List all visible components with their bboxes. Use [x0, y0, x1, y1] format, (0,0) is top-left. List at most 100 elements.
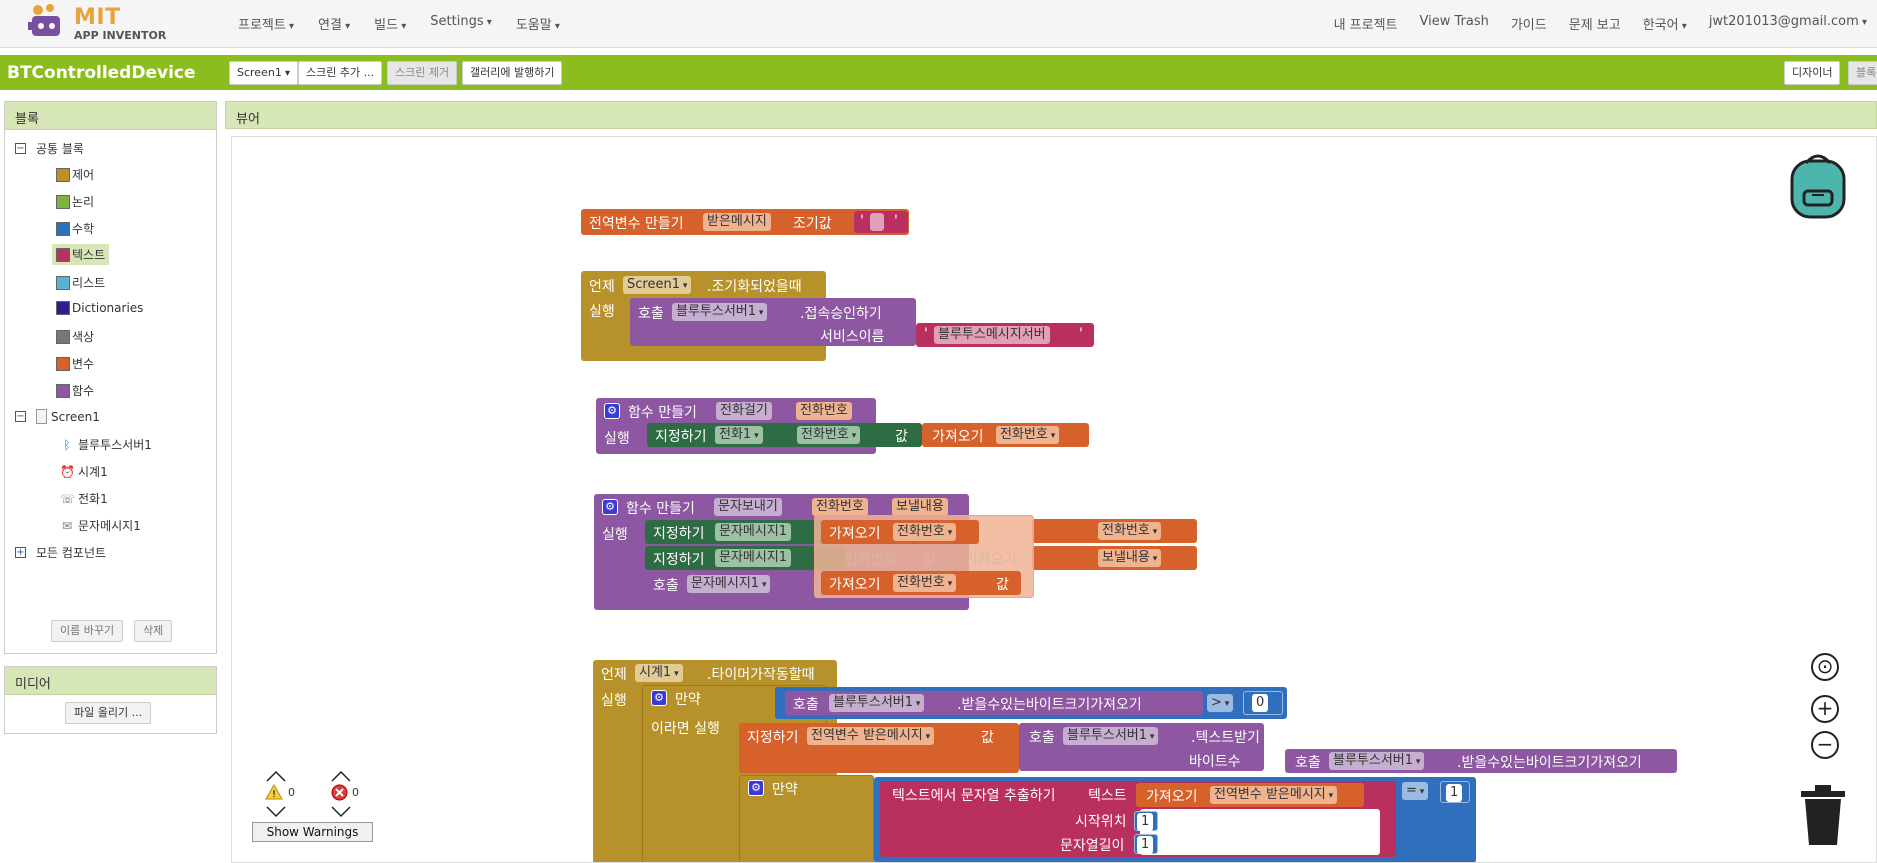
set-global-received-block[interactable]: 지정하기 전역변수 받은메시지 값 — [739, 723, 1019, 773]
number-block[interactable]: 1 — [1134, 834, 1158, 854]
menu-connect[interactable]: 연결 — [318, 14, 350, 33]
number-block[interactable]: 1 — [1440, 781, 1470, 803]
variable-dropdown[interactable]: 전역변수 받은메시지 — [807, 727, 935, 745]
backpack-icon[interactable] — [1784, 149, 1852, 221]
screen-select[interactable]: Screen1 — [229, 61, 299, 85]
component-bluetooth[interactable]: ᛒ 블루투스서버1 — [60, 436, 152, 453]
variable-dropdown[interactable]: 보낼내용 — [1098, 549, 1162, 567]
category-list[interactable]: 리스트 — [56, 274, 105, 291]
component-dropdown[interactable]: 블루투스서버1 — [1329, 752, 1425, 770]
operator-dropdown[interactable]: = — [1402, 782, 1429, 800]
language-menu[interactable]: 한국어 — [1643, 14, 1687, 33]
zoom-in-icon[interactable]: + — [1811, 695, 1839, 723]
component-dropdown[interactable]: 블루투스서버1 — [1063, 727, 1159, 745]
dragged-get-block[interactable]: 가져오기 전화번호 — [821, 520, 979, 544]
operator-dropdown[interactable]: > — [1207, 694, 1234, 712]
component-phone[interactable]: ☏ 전화1 — [60, 490, 108, 507]
mutator-gear-icon[interactable]: ⚙ — [604, 403, 620, 419]
accept-connection-call-block[interactable]: 호출 블루투스서버1 .접속승인하기 서비스이름 — [630, 298, 916, 346]
component-dropdown[interactable]: 전화1 — [715, 426, 763, 444]
collapse-icon[interactable]: − — [15, 411, 26, 422]
get-phone-block[interactable]: 전화번호 — [1032, 519, 1197, 543]
compare-eq-block[interactable]: 텍스트에서 문자열 추출하기 텍스트 시작위치 문자열길이 가져오기 전역변수 … — [874, 777, 1476, 862]
menu-settings[interactable]: Settings — [430, 14, 492, 33]
delete-button[interactable]: 삭제 — [134, 620, 173, 642]
menu-help[interactable]: 도움말 — [516, 14, 560, 33]
mutator-gear-icon[interactable]: ⚙ — [748, 780, 764, 796]
receive-text-call-block[interactable]: 호출 블루투스서버1 .텍스트받기 바이트수 — [1019, 723, 1264, 771]
procedure-name-field[interactable]: 전화걸기 — [716, 402, 772, 420]
get-variable-block[interactable]: 가져오기 전화번호 — [922, 423, 1089, 447]
view-trash-link[interactable]: View Trash — [1420, 14, 1489, 33]
remove-screen-button[interactable]: 스크린 제거 — [387, 61, 458, 85]
app-inventor-logo[interactable]: MIT APP INVENTOR — [28, 2, 178, 44]
menu-project[interactable]: 프로젝트 — [238, 14, 294, 33]
upload-file-button[interactable]: 파일 올리기 ... — [65, 702, 152, 724]
get-global-block[interactable]: 가져오기 전역변수 받은메시지 — [1136, 783, 1364, 807]
component-dropdown[interactable]: 문자메시지1 — [687, 575, 771, 593]
text-field[interactable] — [870, 213, 884, 231]
dragged-block-group[interactable]: 가져오기 전화번호 전화번호 값 가져오기 가져오기 전화번호 값 — [814, 515, 1034, 598]
parameter-field[interactable]: 전화번호 — [812, 498, 868, 516]
category-text[interactable]: 텍스트 — [52, 244, 110, 265]
expand-icon[interactable]: + — [15, 547, 26, 558]
substring-block[interactable]: 텍스트에서 문자열 추출하기 텍스트 시작위치 문자열길이 가져오기 전역변수 … — [880, 781, 1396, 857]
nested-if-block[interactable]: ⚙ 만약 — [739, 775, 874, 862]
category-control[interactable]: 제어 — [56, 166, 94, 183]
variable-dropdown[interactable]: 전역변수 받은메시지 — [1210, 786, 1338, 804]
dragged-set-value-block[interactable]: 가져오기 전화번호 값 — [821, 571, 1021, 595]
component-dropdown[interactable]: 문자메시지1 — [715, 549, 792, 567]
warning-prev-icon[interactable] — [266, 770, 286, 782]
warning-next-icon[interactable] — [266, 806, 286, 818]
category-dictionaries[interactable]: Dictionaries — [56, 301, 143, 315]
variable-dropdown[interactable]: 전화번호 — [893, 574, 957, 592]
number-block[interactable]: 1 — [1134, 811, 1158, 831]
blocks-workspace[interactable]: 전역변수 만들기 받은메시지 조기값 ' ' 언제 Screen1 .조기화되었… — [231, 136, 1877, 863]
component-dropdown[interactable]: Screen1 — [623, 276, 692, 294]
collapse-icon[interactable]: − — [15, 143, 26, 154]
recenter-icon[interactable]: ⊙ — [1811, 653, 1839, 681]
component-texting[interactable]: ✉ 문자메시지1 — [60, 517, 141, 534]
compare-gt-block[interactable]: 호출 블루투스서버1 .받을수있는바이트크기가져오기 > 0 — [775, 687, 1287, 719]
number-field[interactable]: 1 — [1446, 784, 1463, 802]
trash-icon[interactable] — [1797, 785, 1849, 847]
zoom-out-icon[interactable]: − — [1811, 731, 1839, 759]
menu-build[interactable]: 빌드 — [374, 14, 406, 33]
account-menu[interactable]: jwt201013@gmail.com — [1709, 14, 1867, 33]
category-variables[interactable]: 변수 — [56, 355, 94, 372]
number-field[interactable]: 0 — [1252, 694, 1269, 712]
guide-link[interactable]: 가이드 — [1511, 14, 1547, 33]
category-color[interactable]: 색상 — [56, 328, 94, 345]
add-screen-button[interactable]: 스크린 추가 ... — [298, 61, 383, 85]
tree-any-component[interactable]: + 모든 컴포넌트 — [15, 544, 106, 561]
category-math[interactable]: 수학 — [56, 220, 94, 237]
error-prev-icon[interactable] — [331, 770, 351, 782]
global-variable-block[interactable]: 전역변수 만들기 받은메시지 조기값 ' ' — [581, 209, 909, 235]
variable-dropdown[interactable]: 전화번호 — [1098, 522, 1162, 540]
show-warnings-button[interactable]: Show Warnings — [252, 822, 373, 842]
variable-dropdown[interactable]: 전화번호 — [893, 523, 957, 541]
error-next-icon[interactable] — [331, 806, 351, 818]
parameter-field[interactable]: 보낼내용 — [892, 498, 948, 516]
variable-dropdown[interactable]: 전화번호 — [996, 426, 1060, 444]
number-field[interactable]: 1 — [1137, 813, 1154, 831]
property-dropdown[interactable]: 전화번호 — [797, 426, 861, 444]
component-dropdown[interactable]: 문자메시지1 — [715, 523, 792, 541]
component-dropdown[interactable]: 시계1 — [635, 664, 683, 682]
category-procedures[interactable]: 함수 — [56, 382, 94, 399]
number-block[interactable]: 0 — [1243, 691, 1283, 715]
tree-builtin[interactable]: − 공통 블록 — [15, 140, 84, 157]
designer-button[interactable]: 디자이너 — [1784, 61, 1841, 85]
empty-text-block[interactable]: ' ' — [854, 211, 908, 233]
blocks-button[interactable]: 블록 — [1848, 61, 1877, 85]
text-field[interactable]: 블루투스메시지서버 — [934, 326, 1050, 344]
get-message-block[interactable]: 보낼내용 — [1032, 546, 1197, 570]
component-dropdown[interactable]: 블루투스서버1 — [829, 694, 925, 712]
service-name-text-block[interactable]: ' 블루투스메시지서버 ' — [916, 323, 1094, 347]
report-issue-link[interactable]: 문제 보고 — [1569, 14, 1621, 33]
publish-gallery-button[interactable]: 갤러리에 발행하기 — [462, 61, 563, 85]
parameter-field[interactable]: 전화번호 — [796, 402, 852, 420]
tree-screen1[interactable]: − Screen1 — [15, 409, 100, 424]
rename-button[interactable]: 이름 바꾸기 — [51, 620, 124, 642]
number-field[interactable]: 1 — [1137, 836, 1154, 854]
